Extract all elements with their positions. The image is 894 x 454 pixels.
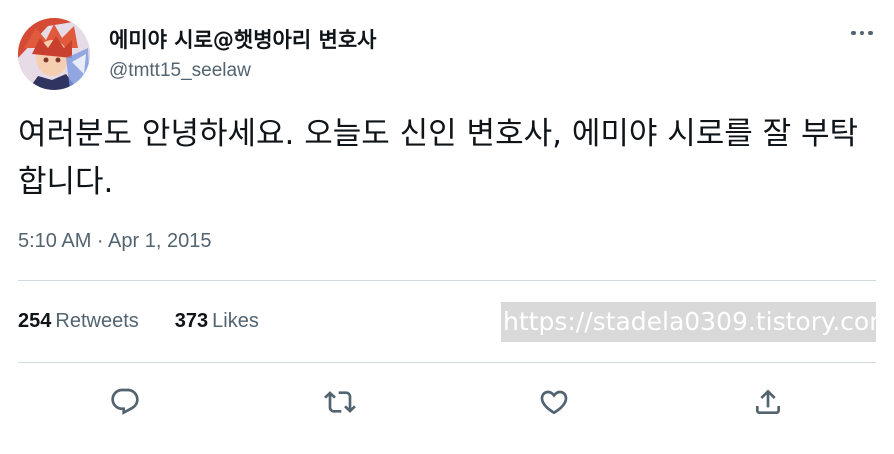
more-dot: [859, 30, 865, 36]
tweet-timestamp[interactable]: 5:10 AM · Apr 1, 2015: [18, 230, 211, 253]
likes-count: 373: [174, 310, 209, 332]
reply-icon: [111, 388, 139, 415]
like-button[interactable]: [532, 380, 576, 424]
avatar[interactable]: [18, 18, 90, 90]
display-name[interactable]: 에미야 시로@햇병아리 변호사: [109, 24, 376, 54]
tweet-stats: 254 Retweets 373 Likes: [18, 310, 259, 333]
retweets-stat[interactable]: 254 Retweets: [18, 310, 139, 333]
divider: [18, 362, 876, 363]
action-bar: [0, 380, 894, 424]
retweet-button[interactable]: [318, 380, 362, 424]
reply-button[interactable]: [103, 380, 147, 424]
retweet-icon: [324, 391, 356, 413]
more-dot: [868, 30, 873, 36]
profile-avatar-icon: [18, 18, 90, 90]
more-dot: [851, 30, 856, 36]
user-handle[interactable]: @tmtt15_seelaw: [109, 60, 251, 82]
watermark: https://stadela0309.tistory.com: [501, 302, 876, 342]
heart-icon: [540, 390, 568, 415]
tweet-card: 에미야 시로@햇병아리 변호사 @tmtt15_seelaw 여러분도 안녕하세…: [0, 0, 894, 454]
likes-label: Likes: [212, 310, 259, 332]
divider: [18, 280, 876, 281]
share-icon: [756, 389, 780, 414]
retweets-count: 254: [18, 310, 52, 332]
likes-stat[interactable]: 373 Likes: [175, 310, 259, 333]
retweets-label: Retweets: [55, 310, 139, 332]
share-button[interactable]: [746, 380, 790, 424]
tweet-text: 여러분도 안녕하세요. 오늘도 신인 변호사, 에미야 시로를 잘 부탁합니다.: [18, 116, 859, 200]
more-options-icon[interactable]: [848, 26, 876, 40]
